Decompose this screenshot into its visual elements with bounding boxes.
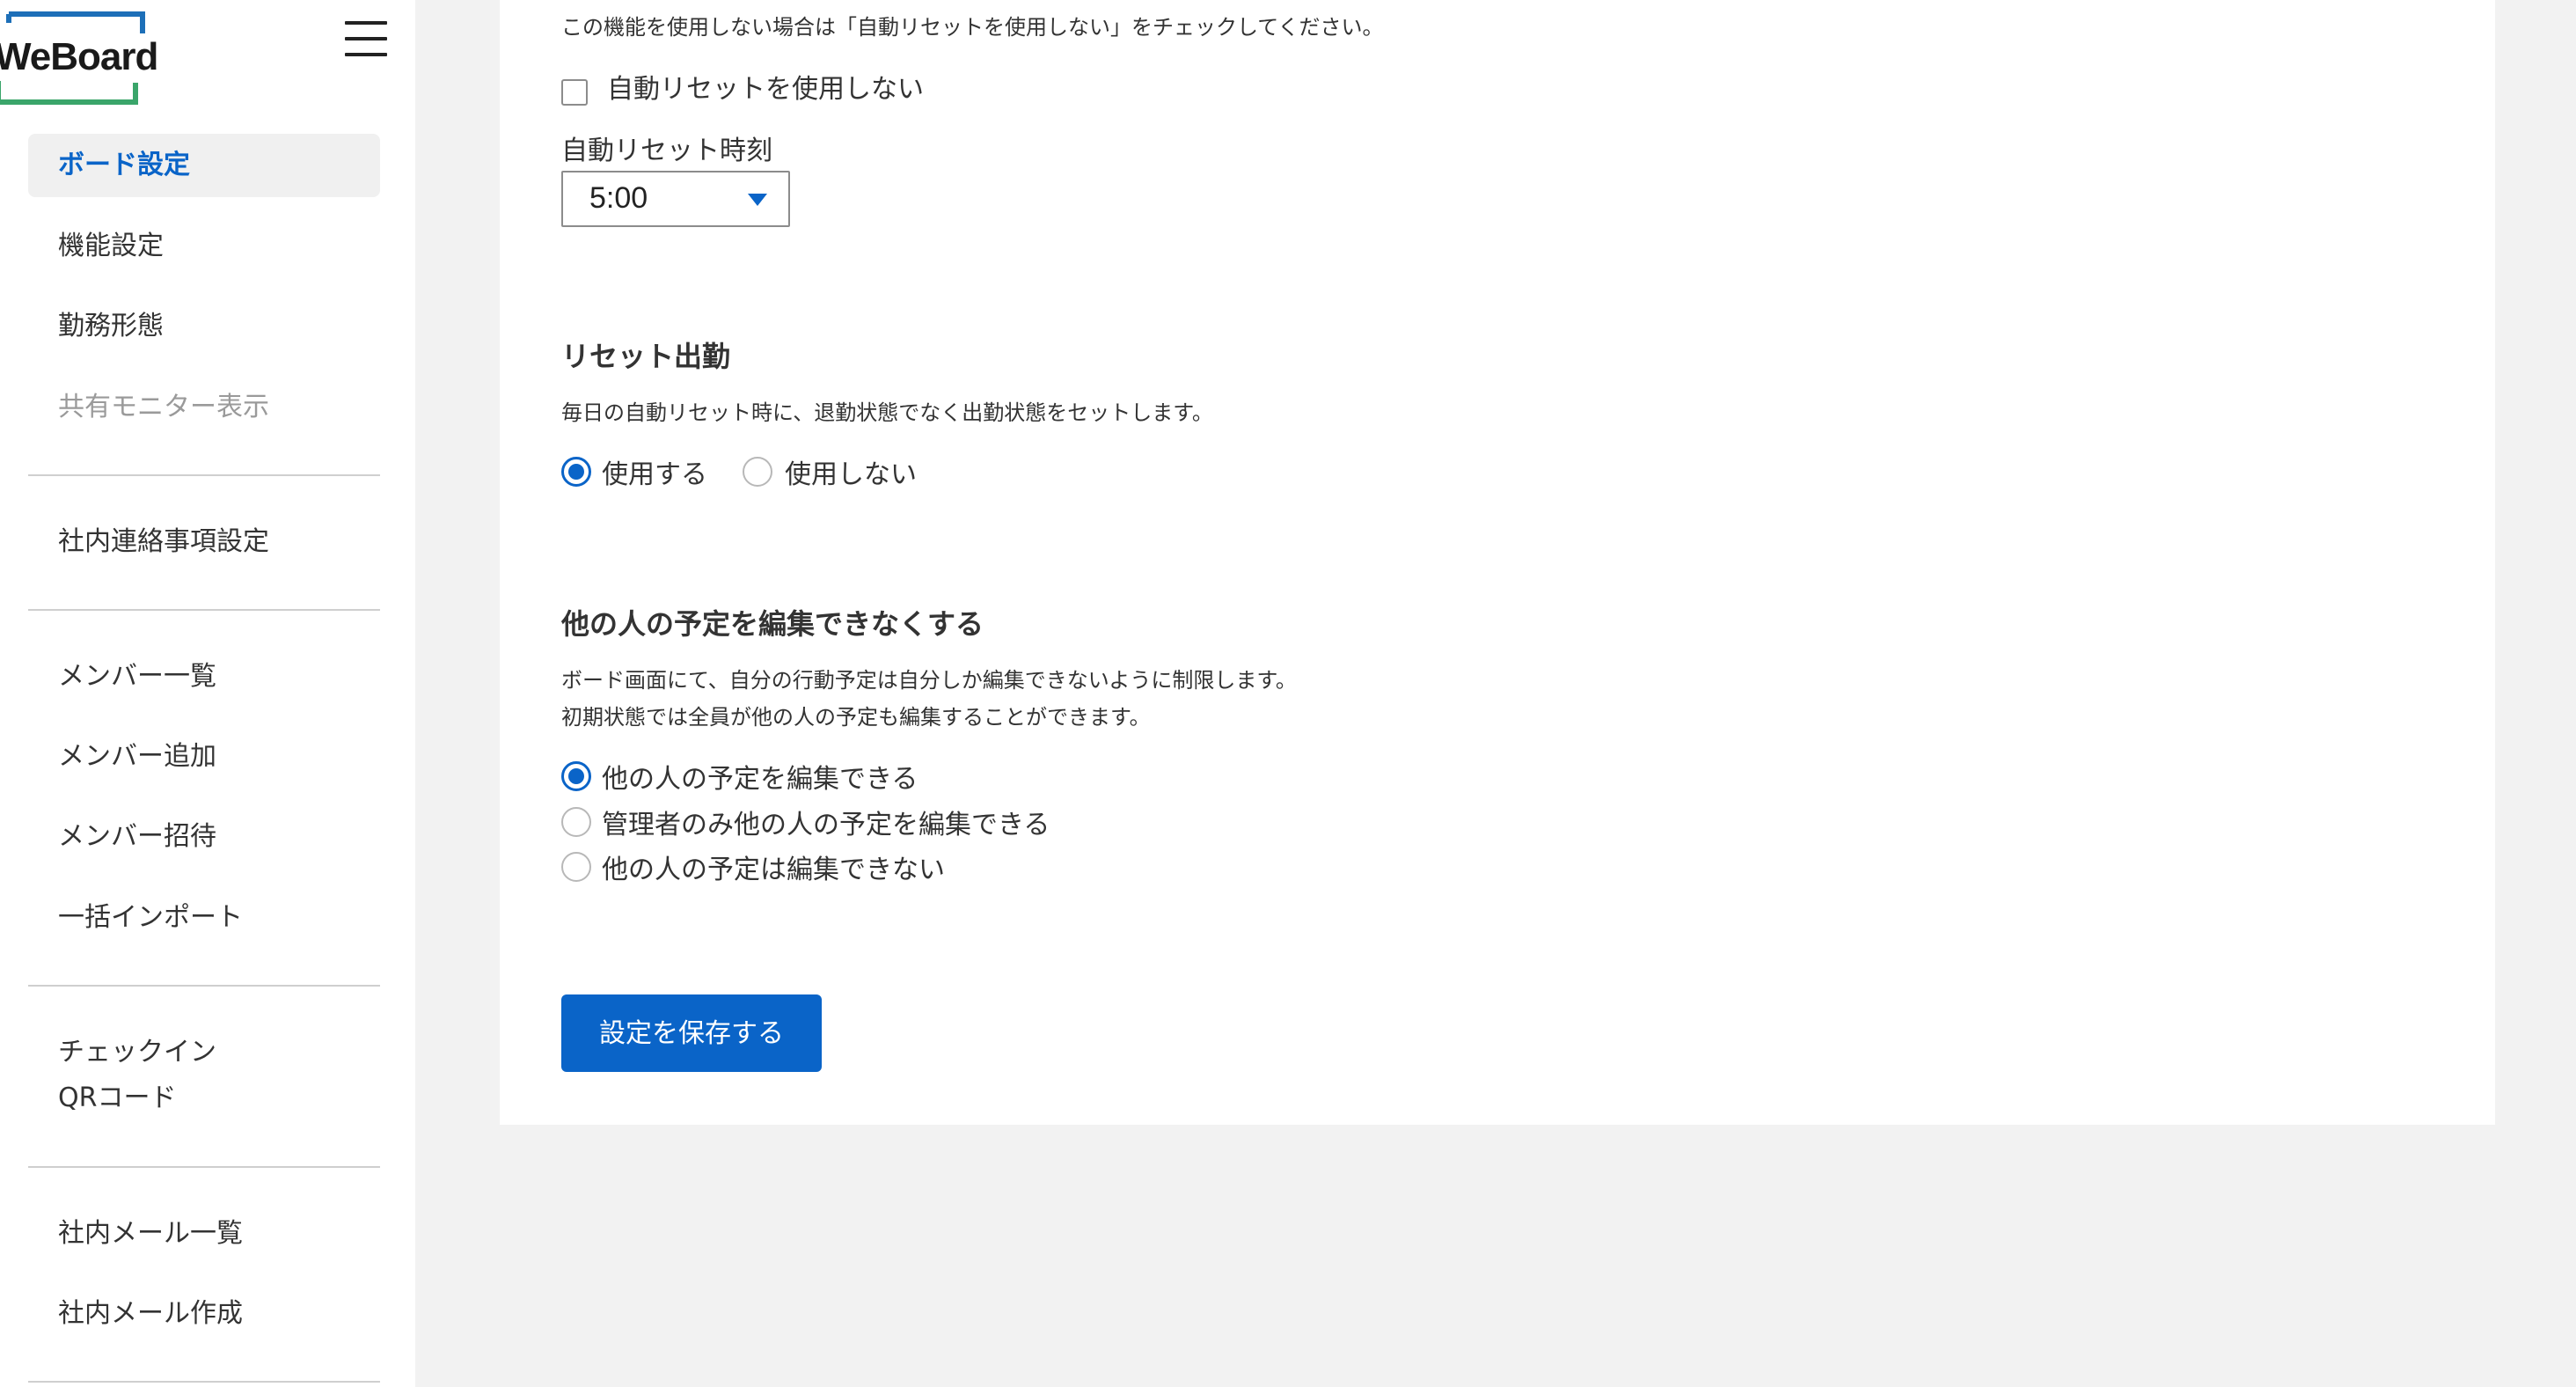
edit-restriction-description-line1: ボード画面にて、自分の行動予定は自分しか編集できないように制限します。 bbox=[561, 668, 1297, 693]
auto-reset-time-label: 自動リセット時刻 bbox=[561, 136, 772, 166]
sidebar-item-bulk-import[interactable]: 一括インポート bbox=[28, 886, 380, 950]
edit-option-deny-label[interactable]: 他の人の予定は編集できない bbox=[602, 848, 945, 886]
reset-attendance-title: リセット出勤 bbox=[561, 340, 731, 373]
sidebar-item-member-list[interactable]: メンバー一覧 bbox=[28, 645, 380, 708]
sidebar: WeBoard ボード設定 機能設定 勤務形態 共有モニター表示 社内連絡事項設… bbox=[0, 0, 415, 1387]
sidebar-item-checkin-qr[interactable]: チェックイン QRコード bbox=[28, 1030, 380, 1121]
hamburger-menu-icon[interactable] bbox=[343, 19, 389, 58]
sidebar-divider bbox=[28, 1166, 380, 1168]
edit-restriction-title: 他の人の予定を編集できなくする bbox=[561, 607, 984, 641]
sidebar-item-internal-mail-list[interactable]: 社内メール一覧 bbox=[28, 1202, 380, 1266]
auto-reset-time-select[interactable]: 5:00 bbox=[561, 171, 790, 227]
reset-attendance-nouse-label[interactable]: 使用しない bbox=[785, 452, 917, 491]
sidebar-item-feature-settings[interactable]: 機能設定 bbox=[28, 215, 380, 278]
sidebar-divider bbox=[28, 609, 380, 611]
edit-option-admin-only-radio[interactable] bbox=[561, 807, 591, 837]
sidebar-item-member-invite[interactable]: メンバー招待 bbox=[28, 805, 380, 869]
edit-option-admin-only-label[interactable]: 管理者のみ他の人の予定を編集できる bbox=[602, 803, 1050, 841]
reset-attendance-use-radio[interactable] bbox=[561, 457, 591, 487]
weboard-logo[interactable]: WeBoard bbox=[0, 11, 164, 109]
sidebar-divider bbox=[28, 474, 380, 476]
sidebar-item-member-add[interactable]: メンバー追加 bbox=[28, 725, 380, 789]
disable-auto-reset-checkbox[interactable] bbox=[561, 79, 588, 106]
edit-option-allow-label[interactable]: 他の人の予定を編集できる bbox=[602, 757, 918, 796]
edit-restriction-description-line2: 初期状態では全員が他の人の予定も編集することができます。 bbox=[561, 705, 1151, 730]
sidebar-item-internal-notice-settings[interactable]: 社内連絡事項設定 bbox=[28, 510, 380, 574]
edit-option-deny-radio[interactable] bbox=[561, 852, 591, 882]
auto-reset-time-value: 5:00 bbox=[589, 181, 648, 215]
disable-auto-reset-label[interactable]: 自動リセットを使用しない bbox=[607, 67, 924, 106]
reset-attendance-description: 毎日の自動リセット時に、退勤状態でなく出勤状態をセットします。 bbox=[561, 400, 1213, 425]
auto-reset-description: この機能を使用しない場合は「自動リセットを使用しない」をチェックしてください。 bbox=[561, 15, 1384, 40]
sidebar-item-board-settings[interactable]: ボード設定 bbox=[28, 134, 380, 197]
logo-text: WeBoard bbox=[0, 35, 158, 78]
reset-attendance-use-label[interactable]: 使用する bbox=[602, 452, 707, 491]
sidebar-item-internal-mail-compose[interactable]: 社内メール作成 bbox=[28, 1282, 380, 1346]
sidebar-divider bbox=[28, 985, 380, 987]
edit-option-allow-radio[interactable] bbox=[561, 761, 591, 791]
reset-attendance-nouse-radio[interactable] bbox=[743, 457, 772, 487]
caret-down-icon bbox=[748, 194, 767, 206]
save-settings-button[interactable]: 設定を保存する bbox=[561, 994, 822, 1072]
sidebar-divider bbox=[28, 1381, 380, 1383]
settings-card: この機能を使用しない場合は「自動リセットを使用しない」をチェックしてください。 … bbox=[500, 0, 2495, 1125]
sidebar-item-shared-monitor: 共有モニター表示 bbox=[58, 392, 269, 422]
sidebar-item-work-style[interactable]: 勤務形態 bbox=[28, 295, 380, 358]
